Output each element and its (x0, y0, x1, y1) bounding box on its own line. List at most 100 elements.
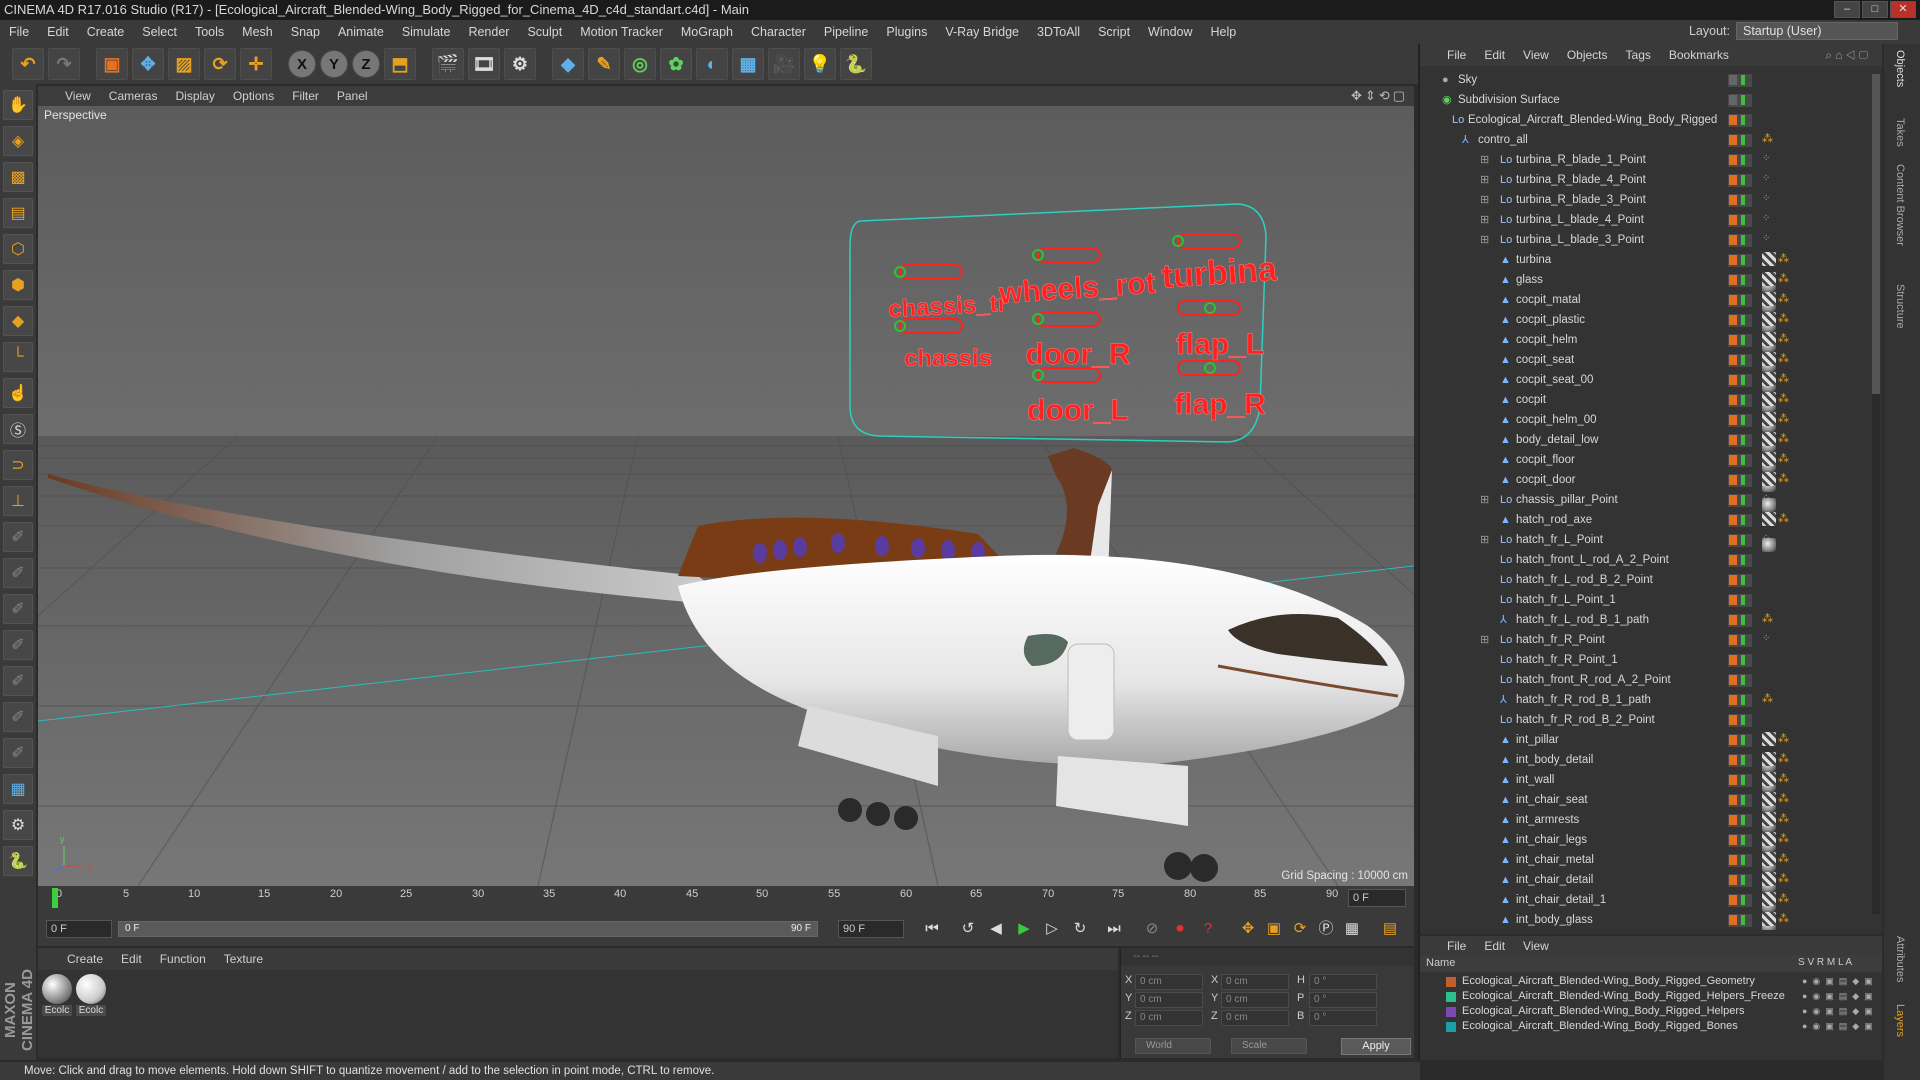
current-frame-field[interactable]: 0 F (1348, 889, 1406, 907)
workplane-mode-icon[interactable]: ▤ (3, 198, 33, 228)
object-scrollbar-thumb[interactable] (1872, 74, 1880, 394)
key-pla-icon[interactable]: ▦ (1340, 917, 1364, 941)
xpresso-tag-icon[interactable]: ⁘ (1762, 152, 1774, 166)
maximize-button[interactable]: □ (1862, 1, 1888, 18)
visibility-dot-icon[interactable] (1741, 75, 1745, 85)
layer-toggle-icons[interactable]: ●◉▣▤◆▣ (1802, 989, 1878, 1004)
frame-range-slider[interactable]: 0 F 90 F (118, 921, 818, 937)
object-row[interactable]: ▲ int_chair_detail ⁂ (1420, 870, 1884, 912)
visibility-flags[interactable] (1728, 674, 1752, 687)
object-row[interactable]: ▲ body_detail_low ⁂ (1420, 430, 1884, 472)
menu-window[interactable]: Window (1139, 25, 1201, 39)
constraint-tag-icon[interactable]: ⁂ (1778, 832, 1789, 846)
texture-tag-icon[interactable] (1762, 852, 1776, 866)
visibility-flags[interactable] (1728, 474, 1752, 487)
texture-tag-icon[interactable] (1762, 412, 1776, 426)
visibility-dot-icon[interactable] (1741, 155, 1745, 165)
menu-sculpt[interactable]: Sculpt (518, 25, 571, 39)
constraint-tag-icon[interactable]: ⁂ (1778, 372, 1789, 386)
sculpt-grid-icon[interactable]: ▦ (3, 774, 33, 804)
material-menu-edit[interactable]: Edit (112, 952, 151, 966)
go-to-start-icon[interactable]: ⏮ (920, 917, 944, 941)
constraint-tag-icon[interactable]: ⁂ (1778, 872, 1789, 886)
python-icon[interactable]: 🐍 (840, 48, 872, 80)
cube-primitive-icon[interactable]: ◆ (552, 48, 584, 80)
visibility-flags[interactable] (1728, 754, 1752, 767)
object-row[interactable]: Lo Ecological_Aircraft_Blended-Wing_Body_… (1420, 110, 1884, 130)
visibility-flags[interactable] (1728, 914, 1752, 927)
constraint-tag-icon[interactable]: ⁂ (1778, 472, 1789, 486)
layer-row[interactable]: Ecological_Aircraft_Blended-Wing_Body_Ri… (1420, 974, 1884, 989)
polygons-mode-icon[interactable]: ◆ (3, 306, 33, 336)
visibility-dot-icon[interactable] (1741, 695, 1745, 705)
visibility-dot-icon[interactable] (1741, 535, 1745, 545)
visibility-flags[interactable] (1728, 834, 1752, 847)
visibility-dot-icon[interactable] (1741, 895, 1745, 905)
visibility-flags[interactable] (1728, 74, 1752, 87)
visibility-flags[interactable] (1728, 894, 1752, 907)
layer-toggle-icons[interactable]: ●◉▣▤◆▣ (1802, 1019, 1878, 1034)
tab-attributes[interactable]: Attributes (1894, 936, 1906, 982)
viewport-menu-view[interactable]: View (56, 89, 100, 103)
constraint-tag-icon[interactable]: ⁂ (1778, 412, 1789, 426)
visibility-dot-icon[interactable] (1741, 655, 1745, 665)
visibility-dot-icon[interactable] (1741, 615, 1745, 625)
rotate-tool-icon[interactable]: ⟳ (204, 48, 236, 80)
object-scrollbar[interactable] (1872, 74, 1880, 914)
expand-icon[interactable]: ⊞ (1480, 230, 1489, 250)
texture-tag-icon[interactable] (1762, 832, 1776, 846)
texture-tag-icon[interactable] (1762, 912, 1776, 926)
position-y-field[interactable]: 0 cm (1135, 992, 1203, 1008)
play-icon[interactable]: ▶ (1012, 917, 1036, 941)
texture-tag-icon[interactable] (1762, 252, 1776, 266)
visibility-flags[interactable] (1728, 874, 1752, 887)
visibility-flags[interactable] (1728, 394, 1752, 407)
key-scale-icon[interactable]: ▣ (1262, 917, 1286, 941)
constraint-tag-icon[interactable]: ⁂ (1778, 312, 1789, 326)
undo-icon[interactable]: ↶ (12, 48, 44, 80)
visibility-flags[interactable] (1728, 534, 1752, 547)
object-menu-tags[interactable]: Tags (1617, 48, 1660, 62)
visibility-flags[interactable] (1728, 194, 1752, 207)
visibility-dot-icon[interactable] (1741, 115, 1745, 125)
menu-snap[interactable]: Snap (282, 25, 329, 39)
texture-tag-icon[interactable] (1762, 872, 1776, 886)
viewport-menu-options[interactable]: Options (224, 89, 283, 103)
visibility-dot-icon[interactable] (1741, 755, 1745, 765)
visibility-flags[interactable] (1728, 314, 1752, 327)
visibility-flags[interactable] (1728, 234, 1752, 247)
visibility-dot-icon[interactable] (1741, 355, 1745, 365)
object-row[interactable]: ▲ cocpit_helm_00 ⁂ (1420, 410, 1884, 452)
menu-character[interactable]: Character (742, 25, 815, 39)
material-menu-create[interactable]: Create (58, 952, 112, 966)
constraint-tag-icon[interactable]: ⁂ (1778, 432, 1789, 446)
position-x-field[interactable]: 0 cm (1135, 974, 1203, 990)
texture-tag-icon[interactable] (1762, 332, 1776, 346)
expand-icon[interactable]: ⊞ (1480, 150, 1489, 170)
timeline-window-icon[interactable]: ▤ (1378, 917, 1402, 941)
object-row[interactable]: ⊞ Lo hatch_fr_L_Point ⁘ (1420, 530, 1884, 550)
material-menu-texture[interactable]: Texture (215, 952, 272, 966)
texture-tag-icon[interactable] (1762, 472, 1776, 486)
menu-plugins[interactable]: Plugins (877, 25, 936, 39)
visibility-flags[interactable] (1728, 634, 1752, 647)
visibility-dot-icon[interactable] (1741, 835, 1745, 845)
object-row[interactable]: Lo hatch_fr_R_rod_B_2_Point (1420, 710, 1884, 730)
layout-dropdown[interactable]: Startup (User) (1736, 22, 1898, 40)
object-row[interactable]: ▲ cocpit_seat ⁂ (1420, 350, 1884, 392)
object-row[interactable]: ▲ cocpit ⁂ (1420, 390, 1884, 432)
layer-menu-edit[interactable]: Edit (1475, 939, 1514, 953)
texture-tag-icon[interactable] (1762, 432, 1776, 446)
visibility-dot-icon[interactable] (1741, 675, 1745, 685)
expand-icon[interactable]: ⊞ (1480, 190, 1489, 210)
coordinate-system-icon[interactable]: ⬒ (384, 48, 416, 80)
visibility-flags[interactable] (1728, 114, 1752, 127)
constraint-tag-icon[interactable]: ⁂ (1762, 132, 1773, 146)
visibility-flags[interactable] (1728, 614, 1752, 627)
constraint-tag-icon[interactable]: ⁂ (1778, 792, 1789, 806)
visibility-dot-icon[interactable] (1741, 195, 1745, 205)
key-parameter-icon[interactable]: Ⓟ (1314, 917, 1338, 941)
visibility-dot-icon[interactable] (1741, 135, 1745, 145)
array-mograph-icon[interactable]: ✿ (660, 48, 692, 80)
tweak-mode-icon[interactable]: ☝ (3, 378, 33, 408)
